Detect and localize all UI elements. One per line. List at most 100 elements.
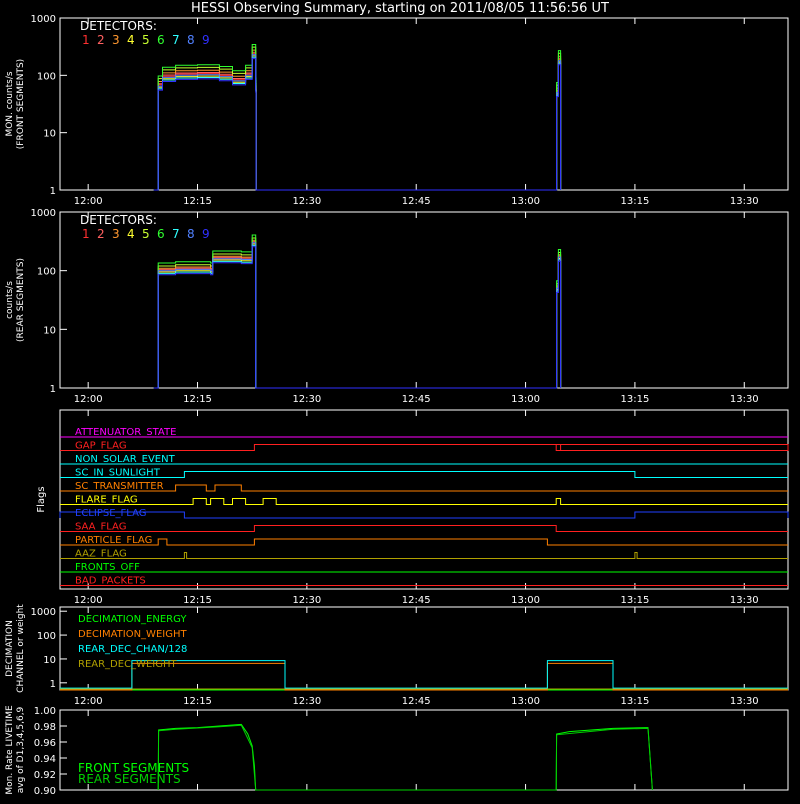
flag-label-flare_flag: FLARE_FLAG <box>75 495 138 506</box>
legend-decimation-energy: DECIMATION_ENERGY <box>78 614 187 625</box>
x-tick-label: 12:30 <box>292 196 321 207</box>
flag-line-saa_flag <box>60 525 788 532</box>
flag-label-attenuator_state: ATTENUATOR_STATE <box>75 427 176 438</box>
decimation-panel: 1 10 100 1000 12:00 12:15 12:30 12:45 13:00 13:15… <box>5 604 789 707</box>
observing-summary-plot: 1 10 100 1000 12:00 12:15 12:30 12:45 13:00 13:15… <box>5 14 789 797</box>
series-detector-8 <box>153 54 562 191</box>
flag-label-gap_flag: GAP_FLAG <box>75 441 127 452</box>
y-tick-label: 100 <box>37 267 56 278</box>
y-axis-label: avg of D1,3,4,5,6,9 <box>16 706 26 793</box>
livetime-panel: 0.90 0.92 0.94 0.96 0.98 1.00 Mon. Rate LIVETI… <box>5 705 789 797</box>
y-tick-label: 1.00 <box>34 706 56 717</box>
flag-label-bad_packets: BAD_PACKETS <box>75 576 146 587</box>
x-tick-label: 13:00 <box>511 696 540 707</box>
y-tick-label: 10 <box>43 129 56 140</box>
flag-label-non_solar_event: NON_SOLAR_EVENT <box>75 454 176 465</box>
x-tick-label: 13:30 <box>730 196 759 207</box>
legend-detector-4: 4 <box>127 33 135 47</box>
legend-rear-segments: REAR SEGMENTS <box>78 772 181 786</box>
legend-detector-7: 7 <box>172 33 180 47</box>
plot-frame <box>59 211 789 389</box>
x-tick-label: 12:15 <box>183 595 212 606</box>
front-segments-panel: 110100100012:00 12:15 12:30 12:45 13:00 13:15… <box>5 14 789 207</box>
series-rear-segments <box>157 724 653 791</box>
legend-title: DETECTORS: <box>80 213 157 227</box>
y-tick-label: 0.96 <box>34 738 56 749</box>
x-tick-label: 13:15 <box>620 196 649 207</box>
flag-line-gap_flag <box>60 444 789 451</box>
legend-detector-3: 3 <box>112 227 120 241</box>
series-detector-9 <box>153 58 562 191</box>
flag-line-flare_flag <box>60 498 788 505</box>
x-tick-label: 12:45 <box>402 595 431 606</box>
series-detector-9 <box>153 246 562 389</box>
y-tick-label: 100 <box>37 631 56 642</box>
series-detector-7 <box>153 56 562 191</box>
series-detector-6 <box>153 234 562 389</box>
y-axis-label: (REAR SEGMENTS) <box>16 258 26 342</box>
x-tick-label: 12:00 <box>74 196 103 207</box>
y-tick-label: 10 <box>43 655 56 666</box>
x-tick-label: 13:15 <box>620 595 649 606</box>
y-axis-label: MON. counts/s <box>5 71 15 136</box>
flag-label-sc_in_sunlight: SC_IN_SUNLIGHT <box>75 468 161 479</box>
x-tick-label: 13:00 <box>511 196 540 207</box>
y-axis-label: (FRONT SEGMENTS) <box>16 59 26 149</box>
y-axis-label: CHANNEL or weight <box>16 604 26 693</box>
flag-label-saa_flag: SAA_FLAG <box>75 522 126 533</box>
x-tick-label: 13:30 <box>730 696 759 707</box>
series-front-segments <box>157 723 653 791</box>
flag-label-eclipse_flag: ECLIPSE_FLAG <box>75 508 146 519</box>
flag-label-fronts_off: FRONTS_OFF <box>75 562 140 573</box>
flag-line-eclipse_flag <box>59 511 789 519</box>
legend-detector-9: 9 <box>202 33 210 47</box>
series-detector-6 <box>153 44 562 191</box>
x-tick-label: 13:15 <box>620 696 649 707</box>
series-detector-2 <box>153 240 562 389</box>
legend-detector-5: 5 <box>142 227 150 241</box>
series-detector-7 <box>153 244 562 389</box>
legend-rear-dec-weight: REAR_DEC_WEIGHT <box>78 659 177 670</box>
series-detector-5 <box>153 46 562 191</box>
legend-detector-8: 8 <box>187 33 195 47</box>
y-tick-label: 0.98 <box>34 722 56 733</box>
x-tick-label: 13:00 <box>511 394 540 405</box>
legend-detector-4: 4 <box>127 227 135 241</box>
legend-detector-6: 6 <box>157 33 165 47</box>
series-detector-2 <box>153 51 562 191</box>
legend-detector-6: 6 <box>157 227 165 241</box>
legend-detector-5: 5 <box>142 33 150 47</box>
legend-detector-3: 3 <box>112 33 120 47</box>
series-detector-3 <box>153 49 562 191</box>
legend-detector-2: 2 <box>97 33 105 47</box>
legend-rear-dec-chan-128: REAR_DEC_CHAN/128 <box>78 644 187 655</box>
y-tick-label: 0.90 <box>34 786 56 797</box>
y-tick-label: 1000 <box>31 607 56 618</box>
x-tick-label: 12:00 <box>74 696 103 707</box>
x-tick-label: 12:45 <box>402 696 431 707</box>
x-tick-label: 12:15 <box>183 196 212 207</box>
y-tick-label: 1 <box>50 186 56 197</box>
flag-line-aaz_flag <box>60 552 788 559</box>
x-tick-label: 13:30 <box>730 394 759 405</box>
y-tick-label: 0.92 <box>34 770 56 781</box>
flag-label-aaz_flag: AAZ_FLAG <box>75 549 127 560</box>
series-detector-4 <box>153 243 562 389</box>
x-tick-label: 12:30 <box>292 696 321 707</box>
x-tick-label: 12:00 <box>74 595 103 606</box>
x-tick-label: 13:30 <box>730 595 759 606</box>
x-tick-label: 12:15 <box>183 394 212 405</box>
x-tick-label: 13:00 <box>511 595 540 606</box>
legend-decimation-weight: DECIMATION_WEIGHT <box>78 629 187 640</box>
flag-label-sc_transmitter: SC_TRANSMITTER <box>75 481 164 492</box>
y-axis-label: DECIMATION <box>5 620 15 677</box>
flag-label-particle_flag: PARTICLE_FLAG <box>75 535 152 546</box>
x-tick-label: 12:30 <box>292 595 321 606</box>
x-tick-label: 12:30 <box>292 394 321 405</box>
y-tick-label: 1000 <box>31 208 56 219</box>
series-detector-4 <box>153 55 562 191</box>
plot-frame <box>59 17 789 191</box>
y-axis-label: Mon. Rate LIVETIME <box>5 705 15 795</box>
legend-detector-1: 1 <box>82 227 90 241</box>
series-detector-1 <box>153 242 562 389</box>
